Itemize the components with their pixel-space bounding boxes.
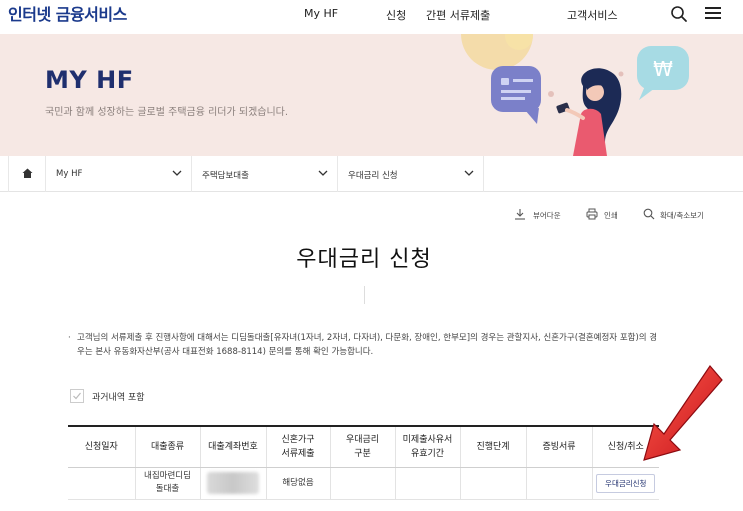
print-icon [586,208,598,220]
home-icon [22,168,33,178]
col-header-stage: 진행단계 [460,425,527,468]
hamburger-menu-icon[interactable] [704,4,722,22]
col-header-docs: 증빙서류 [526,425,593,468]
banner-illustration: ₩ [461,34,689,156]
checkbox-box[interactable] [70,389,84,403]
chevron-down-icon [318,170,328,176]
apply-preferential-rate-button[interactable]: 우대금리신청 [596,473,656,493]
include-history-label: 과거내역 포함 [92,393,145,403]
cell-date [68,467,136,500]
banner-title: MY HF [45,66,134,94]
col-header-account: 대출계좌번호 [200,425,267,468]
notice-body: 고객님의 서류제출 후 진행사항에 대해서는 디딤돌대출[유자녀(1자녀, 2자… [77,333,658,357]
page-title: 우대금리 신청 [296,247,432,272]
download-label: 뷰어다운 [533,211,561,220]
nav-easy-submit[interactable]: 간편 서류제출 [426,7,490,23]
breadcrumb: My HF 주택담보대출 우대금리 신청 [0,156,743,192]
search-icon[interactable] [670,5,688,23]
notice-bullet: · [68,333,71,343]
col-header-date: 신청일자 [68,425,136,468]
cell-rate-type [330,467,396,500]
cell-docs [526,467,593,500]
application-table: 신청일자 대출종류 대출계좌번호 신혼가구 서류제출 우대금리 구분 미제출사유… [68,425,659,500]
top-header: 인터넷 금융서비스 My HF 신청 간편 서류제출 고객서비스 [0,0,743,34]
brand-logo[interactable]: 인터넷 금융서비스 [8,1,127,25]
col-header-action: 신청/취소 [592,425,659,468]
nav-customer-service[interactable]: 고객서비스 [567,7,618,23]
cell-loan-type: 내집마련디딤 돌대출 [135,467,201,500]
cell-account [200,467,267,500]
checkmark-icon [73,392,81,400]
download-icon [515,209,525,220]
col-header-newlywed: 신혼가구 서류제출 [266,425,331,468]
breadcrumb-my-hf[interactable]: My HF [46,156,192,192]
cell-expiry [395,467,461,500]
redacted-account-number [207,472,259,494]
breadcrumb-label: My HF [56,169,83,179]
cell-stage [460,467,527,500]
banner-subtitle: 국민과 함께 성장하는 글로벌 주택금융 리더가 되겠습니다. [45,107,289,118]
svg-text:₩: ₩ [653,57,673,81]
title-divider [364,286,365,304]
breadcrumb-home[interactable] [8,156,46,192]
hero-banner: MY HF 국민과 함께 성장하는 글로벌 주택금융 리더가 되겠습니다. ₩ [0,34,743,156]
breadcrumb-label: 주택담보대출 [202,171,249,181]
chevron-down-icon [464,170,474,176]
col-header-rate-type: 우대금리 구분 [330,425,396,468]
breadcrumb-mortgage[interactable]: 주택담보대출 [192,156,338,192]
print-label: 인쇄 [604,211,618,220]
table-row: 내집마련디딤 돌대출 해당없음 우대금리신청 [68,467,659,500]
breadcrumb-label: 우대금리 신청 [348,171,398,181]
col-header-expiry: 미제출사유서 유효기간 [395,425,461,468]
zoom-icon [643,208,655,220]
chevron-down-icon [172,170,182,176]
table-header-row: 신청일자 대출종류 대출계좌번호 신혼가구 서류제출 우대금리 구분 미제출사유… [68,425,659,468]
col-header-loan-type: 대출종류 [135,425,201,468]
breadcrumb-preferential-rate[interactable]: 우대금리 신청 [338,156,484,192]
cell-action: 우대금리신청 [592,467,659,500]
nav-apply[interactable]: 신청 [386,7,406,23]
cell-newlywed: 해당없음 [266,467,331,500]
zoom-label: 확대/축소보기 [660,211,704,220]
nav-my-hf[interactable]: My HF [304,7,338,20]
